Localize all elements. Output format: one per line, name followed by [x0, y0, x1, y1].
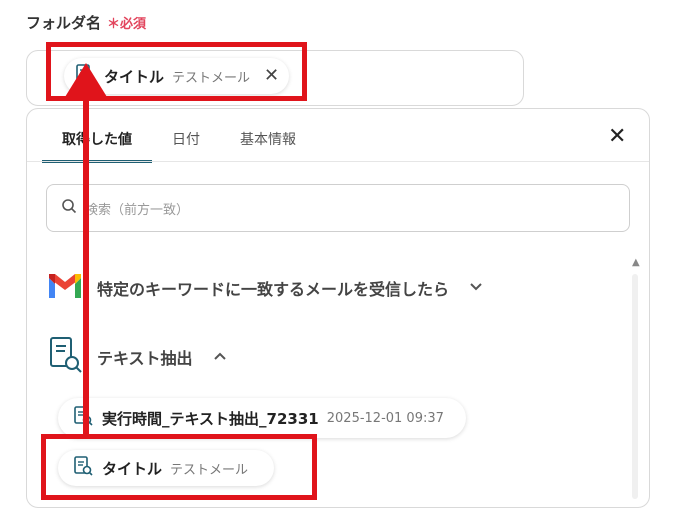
section-text-label: テキスト抽出 — [97, 349, 193, 368]
required-text: 必須 — [120, 17, 147, 32]
tab-date[interactable]: 日付 — [152, 118, 220, 160]
chevron-down-icon[interactable] — [469, 280, 483, 296]
tab-basic-info[interactable]: 基本情報 — [220, 118, 316, 160]
required-mark: ＊ — [107, 17, 121, 32]
search-input[interactable]: 検索（前方一致） — [46, 184, 630, 232]
chevron-up-icon[interactable] — [213, 349, 227, 365]
gmail-icon — [47, 272, 83, 304]
field-label-text: フォルダ名 — [26, 14, 102, 32]
value-chip[interactable]: 実行時間_テキスト抽出_72331 2025-12-01 09:37 — [58, 398, 466, 438]
annotation-highlight-box — [46, 42, 307, 101]
scrollbar-track[interactable] — [632, 274, 638, 499]
required-badge: ＊必須 — [107, 17, 146, 32]
value-chip-value: 2025-12-01 09:37 — [326, 410, 444, 426]
section-text-extraction[interactable]: テキスト抽出 — [47, 336, 227, 378]
search-placeholder: 検索（前方一致） — [85, 202, 190, 218]
tab-acquired-values[interactable]: 取得した値 — [42, 118, 152, 163]
panel-close-icon[interactable]: ✕ — [608, 126, 626, 148]
document-search-icon — [47, 336, 83, 378]
annotation-arrow-line — [83, 80, 89, 436]
field-label: フォルダ名 ＊必須 — [26, 12, 146, 33]
annotation-highlight-box — [41, 434, 317, 500]
value-chip-title: 実行時間_テキスト抽出_72331 — [102, 409, 319, 428]
section-gmail-label: 特定のキーワードに一致するメールを受信したら — [97, 280, 450, 299]
tabs-divider — [27, 161, 649, 162]
section-gmail-trigger[interactable]: 特定のキーワードに一致するメールを受信したら — [47, 272, 483, 304]
scroll-up-icon[interactable]: ▲ — [632, 257, 640, 268]
search-icon — [61, 198, 77, 218]
